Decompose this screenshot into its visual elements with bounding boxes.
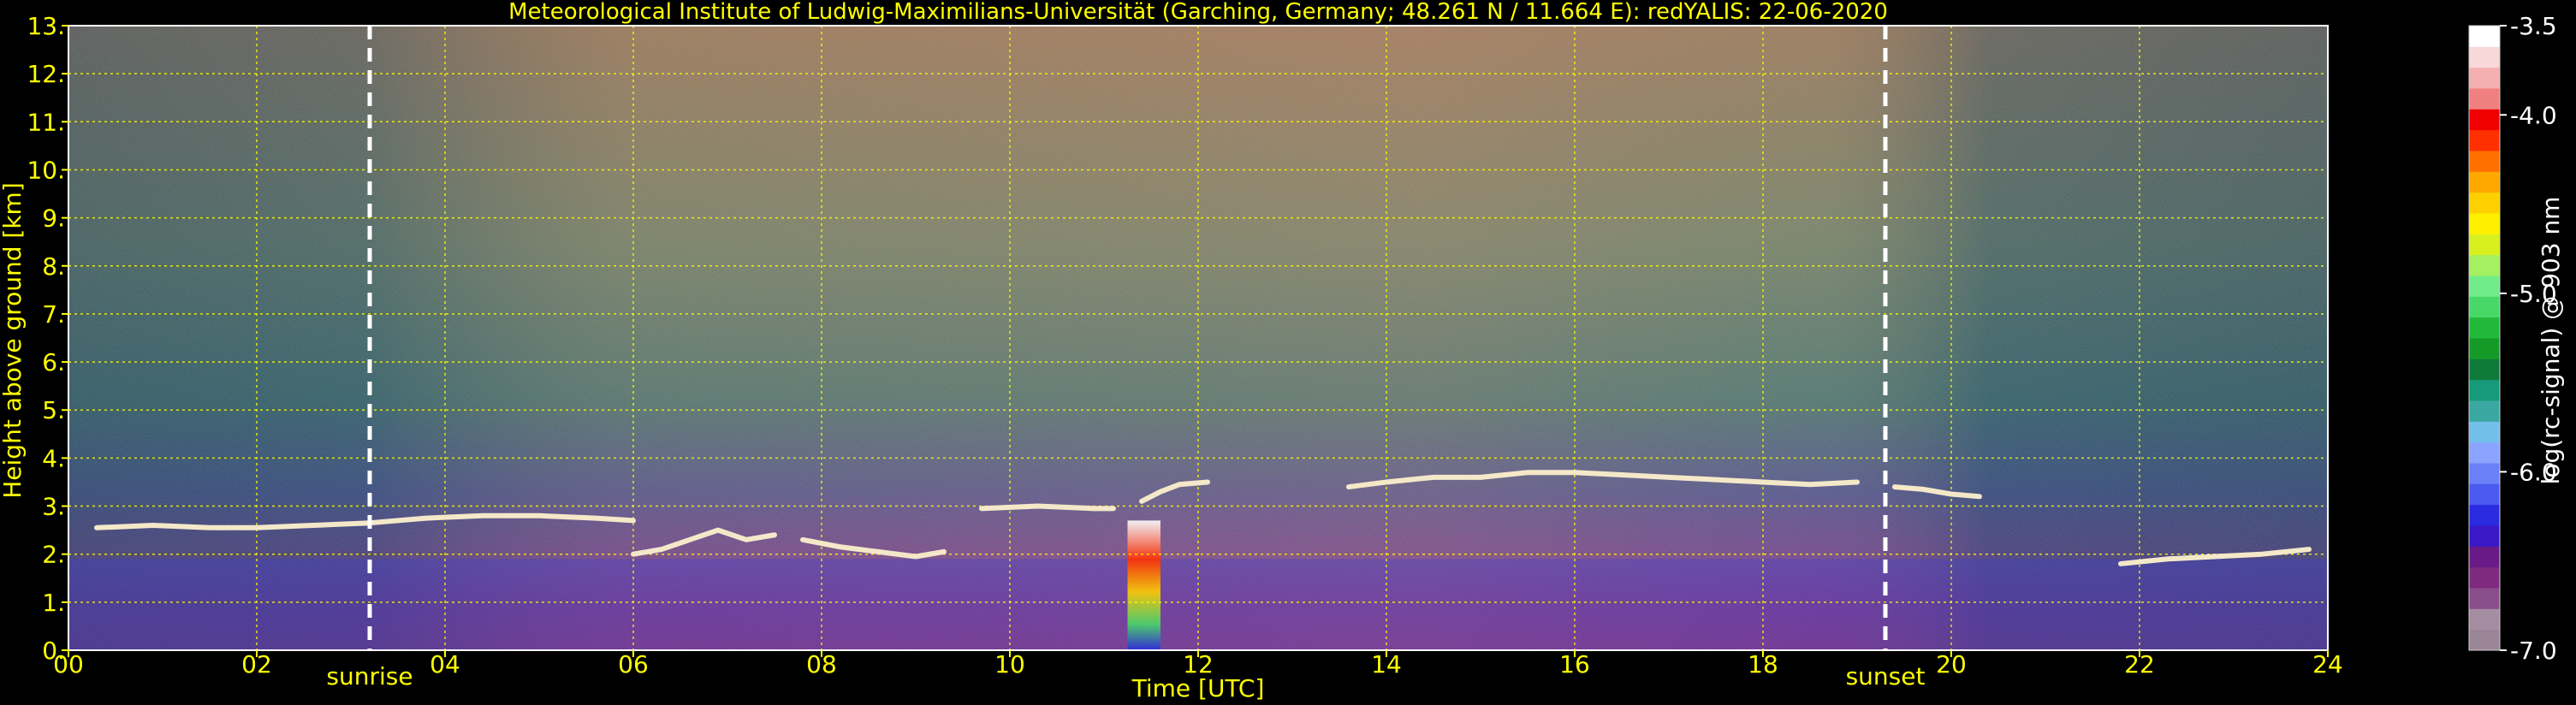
y-tick-label: 0. xyxy=(42,637,65,665)
colorbar-segment xyxy=(2469,441,2500,464)
y-tick-label: 7. xyxy=(42,300,65,329)
y-tick-label: 1. xyxy=(42,589,65,617)
lidar-figure: Meteorological Institute of Ludwig-Maxim… xyxy=(0,0,2576,705)
x-axis-label: Time [UTC] xyxy=(1131,674,1265,702)
x-tick-label: 04 xyxy=(430,650,460,678)
chart-title: Meteorological Institute of Ludwig-Maxim… xyxy=(508,0,1888,25)
x-tick-label: 20 xyxy=(1936,650,1967,678)
colorbar-segment xyxy=(2469,129,2500,151)
y-tick-label: 8. xyxy=(42,252,65,281)
y-tick-label: 10. xyxy=(27,156,65,184)
colorbar-segment xyxy=(2469,109,2500,131)
colorbar-segment xyxy=(2469,525,2500,547)
colorbar-segment xyxy=(2469,504,2500,526)
colorbar-tick-label: -3.5 xyxy=(2510,12,2557,40)
colorbar-segment xyxy=(2469,192,2500,214)
x-tick-label: 22 xyxy=(2124,650,2155,678)
colorbar-segment xyxy=(2469,254,2500,276)
colorbar-segment xyxy=(2469,338,2500,359)
colorbar-segment xyxy=(2469,317,2500,339)
colorbar-segment xyxy=(2469,46,2500,68)
colorbar-segment xyxy=(2469,546,2500,568)
x-tick-label: 10 xyxy=(994,650,1025,678)
colorbar-segment xyxy=(2469,358,2500,381)
y-tick-label: 13. xyxy=(27,12,65,40)
lidar-chart: Meteorological Institute of Ludwig-Maxim… xyxy=(0,0,2565,702)
colorbar-segment xyxy=(2469,151,2500,172)
y-tick-label: 2. xyxy=(42,541,65,569)
x-tick-label: 24 xyxy=(2312,650,2343,678)
colorbar-tick-label: -4.0 xyxy=(2510,101,2557,129)
x-tick-label: 08 xyxy=(806,650,837,678)
colorbar-segment xyxy=(2469,463,2500,484)
colorbar-segment xyxy=(2469,566,2500,589)
colorbar-segment xyxy=(2469,588,2500,609)
y-tick-label: 6. xyxy=(42,348,65,376)
colorbar-segment xyxy=(2469,608,2500,631)
x-tick-label: 14 xyxy=(1371,650,1402,678)
precipitation-streak xyxy=(1127,520,1160,650)
colorbar-tick-label: -7.0 xyxy=(2510,637,2557,665)
colorbar-segment xyxy=(2469,379,2500,401)
colorbar-segment xyxy=(2469,421,2500,443)
x-tick-label: 16 xyxy=(1559,650,1590,678)
colorbar-segment xyxy=(2469,88,2500,110)
y-tick-label: 3. xyxy=(42,493,65,521)
x-tick-label: 02 xyxy=(241,650,272,678)
y-tick-label: 5. xyxy=(42,396,65,424)
y-tick-label: 12. xyxy=(27,60,65,88)
colorbar-segment xyxy=(2469,67,2500,89)
y-tick-label: 11. xyxy=(27,108,65,136)
x-tick-label: 18 xyxy=(1748,650,1778,678)
x-tick-label: 06 xyxy=(618,650,649,678)
y-tick-label: 4. xyxy=(42,444,65,472)
colorbar-segment xyxy=(2469,483,2500,506)
colorbar-label: log(rc-signal) @ 903 nm xyxy=(2537,197,2565,485)
y-axis-label: Height above ground [km] xyxy=(0,182,27,499)
colorbar-segment xyxy=(2469,171,2500,193)
colorbar-segment xyxy=(2469,629,2500,651)
y-tick-label: 9. xyxy=(42,204,65,233)
colorbar-segment xyxy=(2469,234,2500,256)
colorbar-segment xyxy=(2469,213,2500,234)
colorbar-segment xyxy=(2469,26,2500,47)
event-label: sunrise xyxy=(326,662,413,690)
colorbar-segment xyxy=(2469,296,2500,318)
colorbar-segment xyxy=(2469,400,2500,422)
cloud-base-layer xyxy=(979,503,1116,512)
event-label: sunset xyxy=(1846,662,1926,690)
colorbar-segment xyxy=(2469,275,2500,297)
